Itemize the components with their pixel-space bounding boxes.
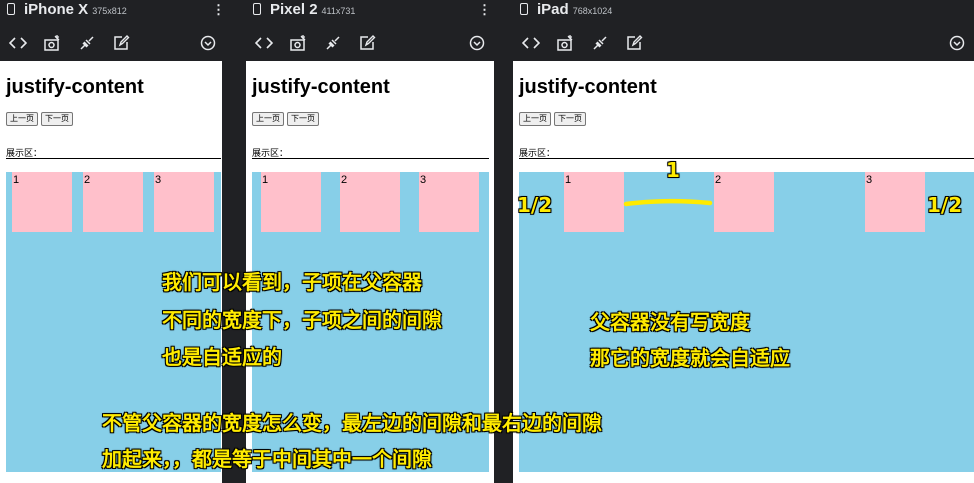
flex-item: 1 (564, 172, 624, 232)
plug-icon[interactable] (321, 30, 345, 56)
device-size: 375x812 (92, 6, 127, 16)
flex-item-label: 3 (155, 174, 162, 186)
plug-icon[interactable] (75, 30, 99, 56)
edit-icon[interactable] (622, 30, 646, 56)
camera-icon[interactable] (553, 30, 577, 56)
prev-page-button[interactable]: 上一页 (519, 112, 551, 126)
flex-item-label: 2 (715, 174, 722, 186)
flex-item: 2 (714, 172, 774, 232)
refresh-icon[interactable] (465, 30, 489, 56)
flex-item-label: 1 (13, 174, 20, 186)
divider (252, 158, 489, 159)
divider (519, 158, 974, 159)
device-name[interactable]: iPad 768x1024 (537, 1, 612, 18)
device-icon (520, 3, 528, 15)
flex-item: 1 (12, 172, 72, 232)
annotation-note-line: 不管父容器的宽度怎么变，最左边的间隙和最右边的间隙 (102, 411, 602, 435)
device-toolbar (0, 30, 228, 56)
flex-item: 2 (340, 172, 400, 232)
device-size: 768x1024 (572, 6, 613, 16)
device-header: iPad 768x1024 (513, 0, 974, 22)
annotation-note-line: 父容器没有写宽度 (590, 310, 750, 334)
code-icon[interactable] (519, 30, 543, 56)
prev-page-button[interactable]: 上一页 (6, 112, 38, 126)
refresh-icon[interactable] (945, 30, 969, 56)
edit-icon[interactable] (109, 30, 133, 56)
annotation-gap-half-left: 1/2 (517, 193, 553, 217)
annotation-gap-one: 1 (666, 158, 680, 182)
gap-underline-annotation (623, 198, 713, 207)
device-name[interactable]: Pixel 2 411x731 (270, 1, 355, 18)
annotation-note-line: 加起来，，都是等于中间其中一个间隙 (102, 447, 432, 471)
flex-item-label: 2 (341, 174, 348, 186)
annotation-note-line: 那它的宽度就会自适应 (590, 346, 790, 370)
edit-icon[interactable] (355, 30, 379, 56)
plug-icon[interactable] (588, 30, 612, 56)
refresh-icon[interactable] (196, 30, 220, 56)
code-icon[interactable] (6, 30, 30, 56)
device-size: 411x731 (321, 6, 356, 16)
flex-item: 1 (261, 172, 321, 232)
next-page-button[interactable]: 下一页 (41, 112, 73, 126)
divider (6, 158, 221, 159)
page-title: justify-content (6, 76, 144, 98)
more-options-icon[interactable]: ⋮ (212, 2, 225, 18)
device-toolbar (513, 30, 974, 56)
device-header: iPhone X 375x812 ⋮ (0, 0, 228, 22)
annotation-note-line: 不同的宽度下，子项之间的间隙 (162, 308, 442, 332)
flex-item-label: 3 (866, 174, 873, 186)
camera-icon[interactable] (286, 30, 310, 56)
device-header: Pixel 2 411x731 ⋮ (246, 0, 494, 22)
next-page-button[interactable]: 下一页 (287, 112, 319, 126)
prev-page-button[interactable]: 上一页 (252, 112, 284, 126)
device-icon (7, 3, 15, 15)
device-toolbar (246, 30, 494, 56)
flex-item: 2 (83, 172, 143, 232)
more-options-icon[interactable]: ⋮ (478, 2, 491, 18)
device-icon (253, 3, 261, 15)
annotation-note-line: 也是自适应的 (162, 345, 282, 369)
device-name[interactable]: iPhone X 375x812 (24, 1, 127, 18)
flex-item: 3 (419, 172, 479, 232)
page-title: justify-content (519, 76, 657, 98)
flex-item-label: 1 (565, 174, 572, 186)
flex-item-label: 2 (84, 174, 91, 186)
camera-icon[interactable] (40, 30, 64, 56)
next-page-button[interactable]: 下一页 (554, 112, 586, 126)
code-icon[interactable] (252, 30, 276, 56)
flex-item: 3 (865, 172, 925, 232)
annotation-note-line: 我们可以看到，子项在父容器 (162, 270, 422, 294)
flex-item-label: 1 (262, 174, 269, 186)
flex-item: 3 (154, 172, 214, 232)
flex-item-label: 3 (420, 174, 427, 186)
annotation-gap-half-right: 1/2 (927, 193, 963, 217)
page-title: justify-content (252, 76, 390, 98)
